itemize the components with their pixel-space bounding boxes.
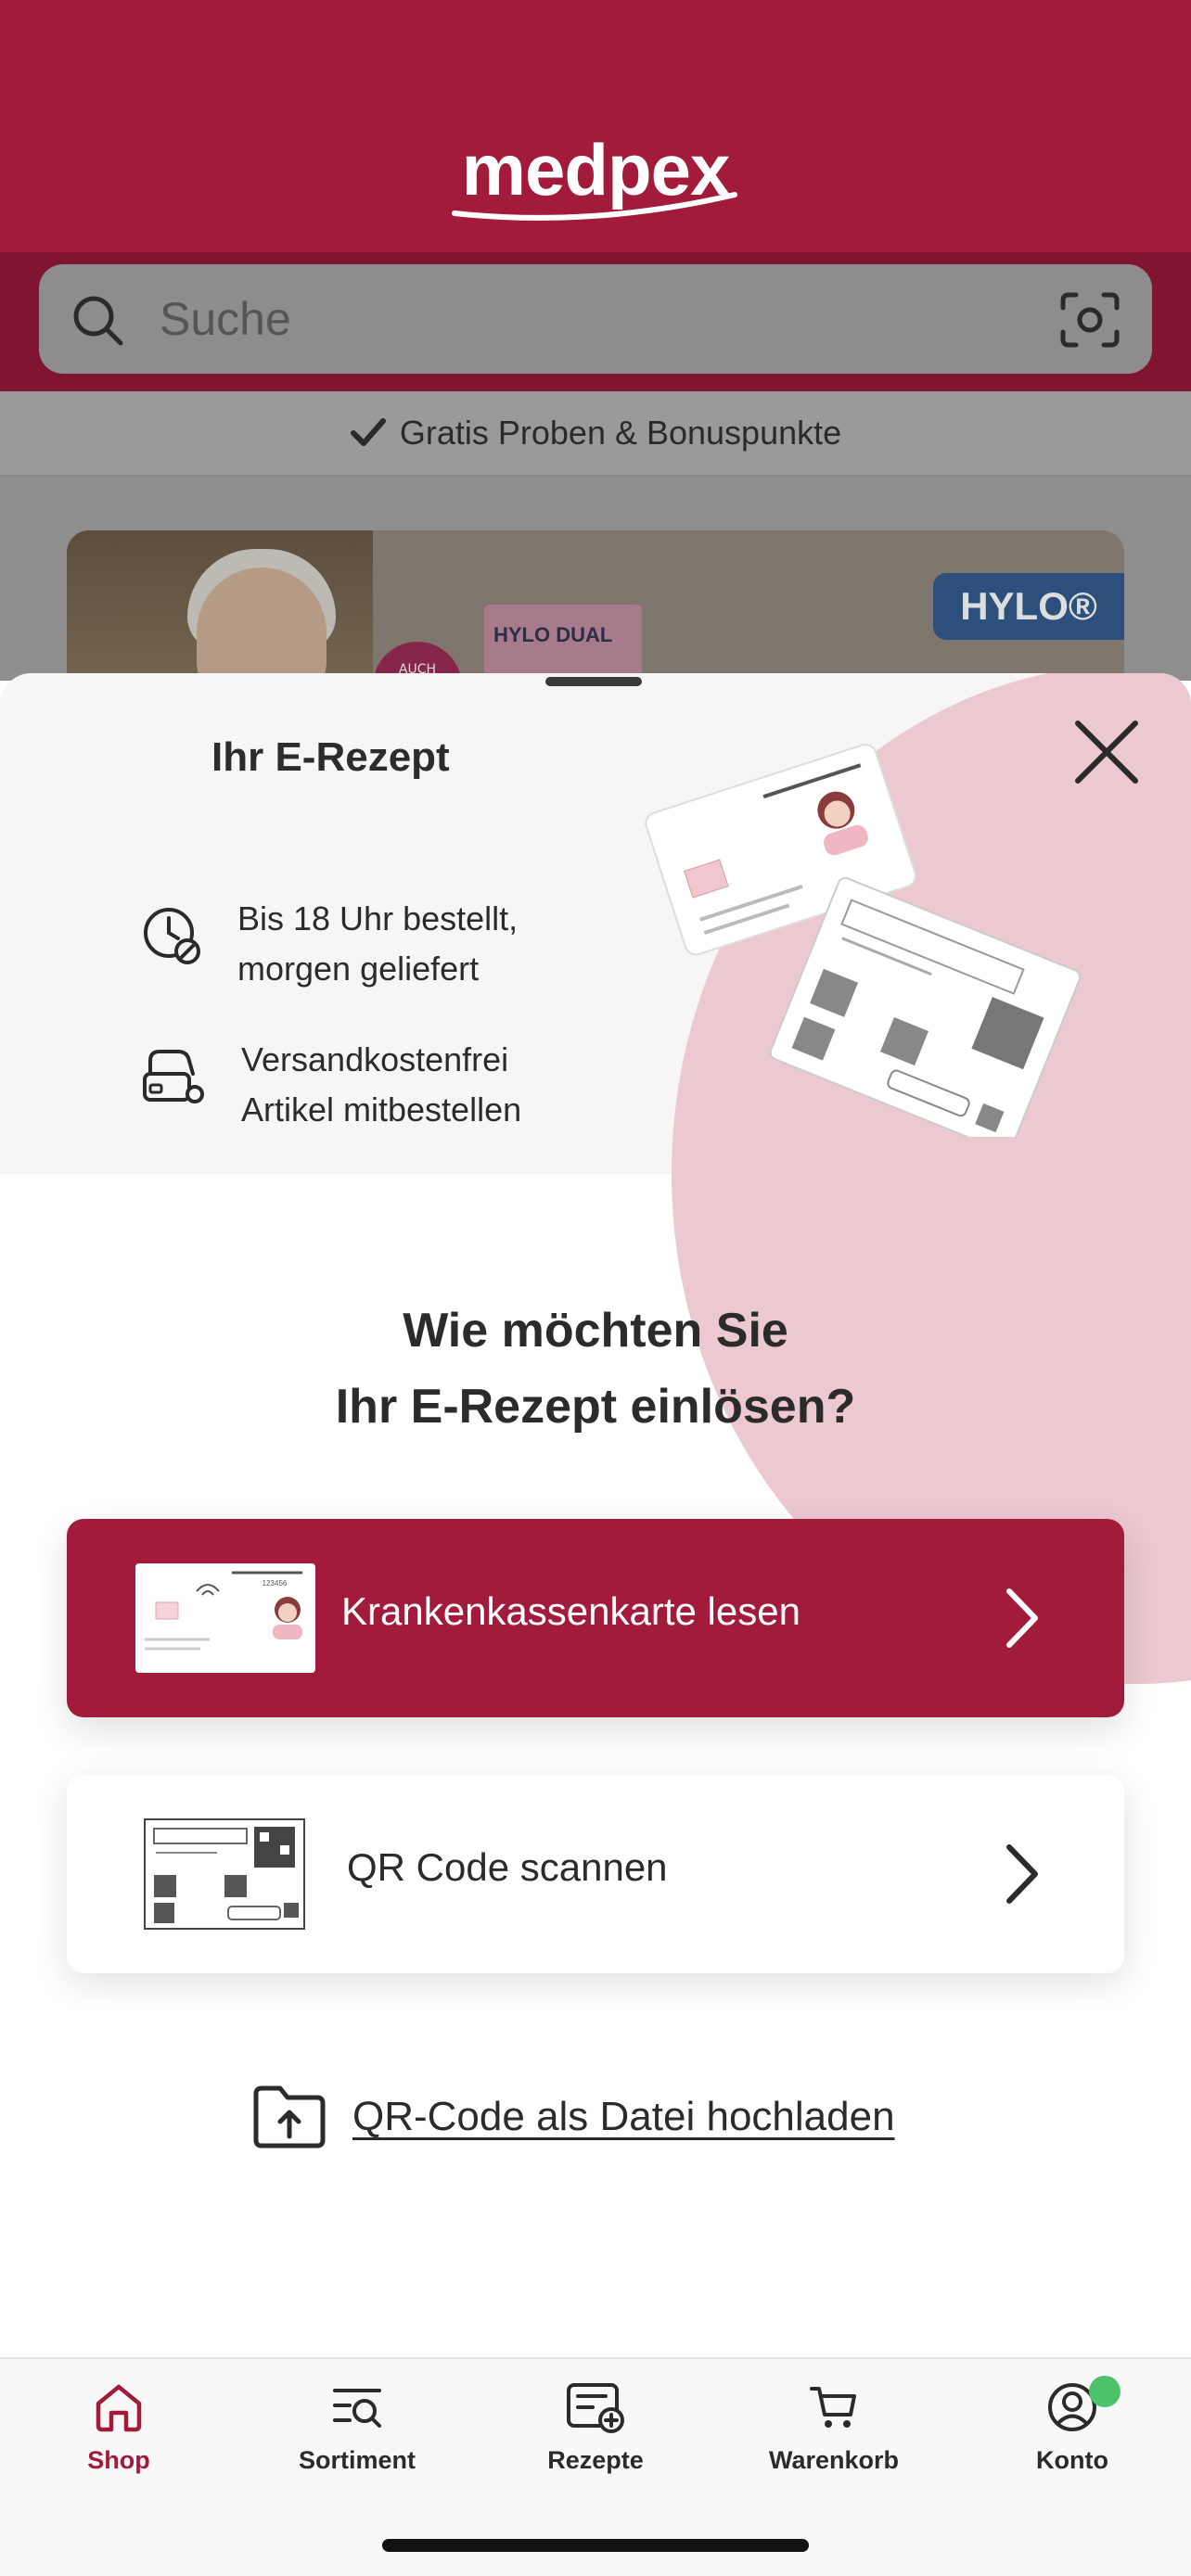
- upload-qr-file-link[interactable]: QR-Code als Datei hochladen: [252, 2085, 895, 2149]
- chevron-right-icon: [1006, 1844, 1038, 1904]
- question-heading: Wie möchten Sie Ihr E-Rezept einlösen?: [335, 1304, 856, 1434]
- search-icon[interactable]: [70, 293, 126, 349]
- health-card-icon: 123456: [135, 1563, 315, 1673]
- promo-product-name: HYLO DUAL: [493, 623, 613, 646]
- e-rezept-cards-illustration: [645, 744, 1082, 1137]
- benefit-text: Gratis Proben & Bonuspunkte: [399, 414, 842, 452]
- e-rezept-sheet: Ihr E-Rezept Bis 18 Uhr bestellt, morgen…: [0, 673, 1191, 2357]
- tab-sortiment[interactable]: Sortiment: [264, 2381, 450, 2475]
- chevron-right-icon: [1006, 1588, 1038, 1648]
- search-input[interactable]: [160, 284, 994, 354]
- prescription-add-icon: [567, 2383, 624, 2433]
- hylo-brand-logo: HYLO®: [933, 573, 1124, 640]
- feature-text: Bis 18 Uhr bestellt, morgen geliefert: [237, 899, 519, 988]
- option-label: QR Code scannen: [347, 1845, 668, 1889]
- feature-item: Versandkostenfrei Artikel mitbestellen: [141, 1035, 521, 1135]
- tab-label: Warenkorb: [768, 2446, 900, 2474]
- folder-upload-icon: [253, 2085, 326, 2149]
- clock-delivery-icon: [144, 908, 200, 964]
- shipping-free-icon: [143, 1050, 204, 1103]
- scan-qr-code-button[interactable]: QR Code scannen: [67, 1775, 1124, 1973]
- tab-shop[interactable]: Shop: [26, 2381, 211, 2475]
- feature-text: Versandkostenfrei Artikel mitbestellen: [241, 1040, 522, 1129]
- home-icon: [96, 2384, 142, 2432]
- tab-label: Konto: [1036, 2446, 1108, 2474]
- sheet-title: Ihr E-Rezept: [211, 734, 450, 780]
- tab-label: Rezepte: [547, 2446, 644, 2474]
- camera-scan-icon[interactable]: [1059, 291, 1121, 349]
- upload-link-text[interactable]: QR-Code als Datei hochladen: [352, 2094, 895, 2140]
- feature-item: Bis 18 Uhr bestellt, morgen geliefert: [141, 894, 518, 994]
- benefit-banner-label: Gratis Proben & Bonuspunkte: [0, 414, 1191, 453]
- notification-badge: [1089, 2376, 1121, 2407]
- catalog-search-icon: [333, 2389, 381, 2428]
- logo-swoosh-icon: [452, 192, 737, 221]
- option-label: Krankenkassenkarte lesen: [341, 1589, 800, 1633]
- tab-rezepte[interactable]: Rezepte: [503, 2381, 688, 2475]
- tab-konto[interactable]: Konto: [980, 2376, 1165, 2475]
- home-indicator[interactable]: [382, 2539, 809, 2552]
- qr-prescription-icon: [144, 1818, 305, 1930]
- tab-warenkorb[interactable]: Warenkorb: [741, 2381, 927, 2475]
- read-health-card-button[interactable]: 123456 Krankenkassenkarte lesen: [67, 1519, 1124, 1717]
- drag-handle[interactable]: [545, 677, 642, 686]
- svg-text:123456: 123456: [263, 1579, 288, 1588]
- check-icon: [350, 418, 386, 446]
- cart-icon: [810, 2387, 856, 2428]
- tab-label: Sortiment: [298, 2446, 416, 2474]
- tab-label: Shop: [87, 2446, 150, 2474]
